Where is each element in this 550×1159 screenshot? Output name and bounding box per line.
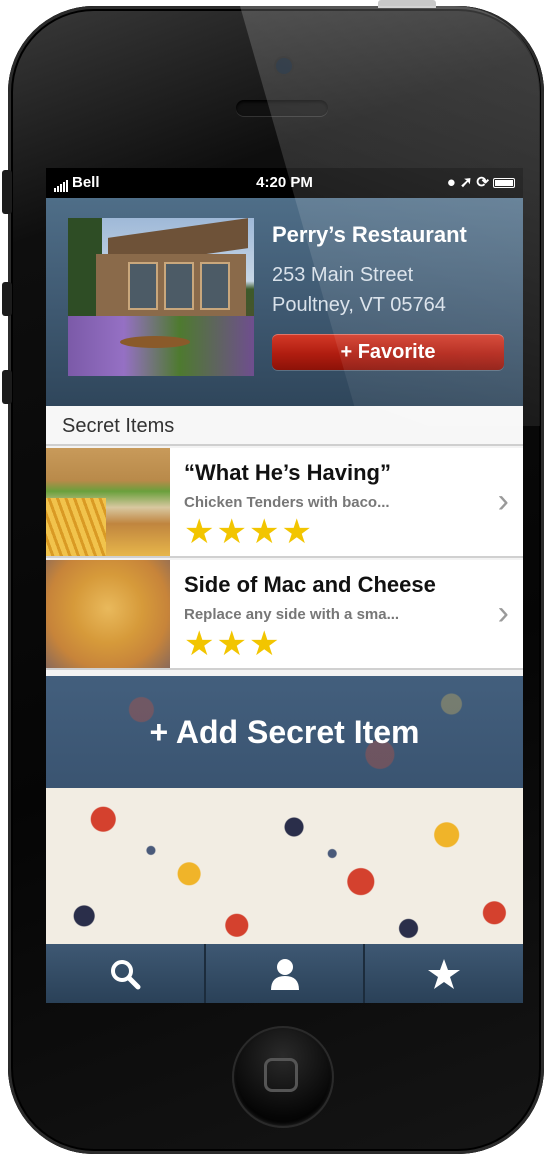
item-description: Replace any side with a sma... (184, 606, 400, 623)
mute-switch (2, 170, 12, 214)
list-item[interactable]: “What He’s Having” Chicken Tenders with … (46, 448, 523, 558)
list-item[interactable]: Side of Mac and Cheese Replace any side … (46, 560, 523, 670)
add-item-panel: + Add Secret Item (46, 676, 523, 788)
tab-bar (46, 944, 523, 1003)
restaurant-header: Perry’s Restaurant 253 Main Street Poult… (46, 198, 523, 406)
volume-up-button (2, 282, 12, 316)
location-icon: ➚ (459, 174, 477, 191)
add-secret-item-button[interactable]: + Add Secret Item (46, 676, 523, 788)
star-icon (428, 958, 461, 989)
item-photo (46, 560, 170, 668)
status-icons: ●➚⟳ (447, 173, 515, 191)
item-description: Chicken Tenders with baco... (184, 494, 390, 511)
front-camera (276, 58, 292, 74)
battery-icon (493, 178, 515, 189)
section-title: Secret Items (62, 415, 175, 437)
item-photo (46, 448, 170, 556)
tab-favorites[interactable] (365, 944, 523, 1003)
alarm-icon: ● (446, 174, 460, 191)
rotation-lock-icon: ⟳ (476, 174, 493, 191)
search-icon (110, 959, 141, 989)
favorite-button[interactable]: + Favorite (272, 334, 504, 370)
restaurant-photo (68, 218, 254, 376)
item-title: “What He’s Having” (184, 460, 391, 485)
rating-stars: ★★★ (184, 625, 282, 663)
tab-search[interactable] (46, 944, 206, 1003)
floral-background (46, 788, 523, 944)
volume-down-button (2, 370, 12, 404)
chevron-right-icon: › (497, 482, 509, 520)
home-button[interactable] (232, 1026, 334, 1128)
address-city: Poultney, VT 05764 (272, 294, 446, 316)
status-bar: Bell 4:20 PM ●➚⟳ (46, 168, 523, 198)
power-button (378, 0, 436, 8)
screen: Bell 4:20 PM ●➚⟳ Perry’s Restaurant 253 … (46, 168, 523, 1003)
chevron-right-icon: › (497, 594, 509, 632)
tab-profile[interactable] (206, 944, 366, 1003)
address-street: 253 Main Street (272, 264, 414, 286)
earpiece-speaker (236, 100, 328, 116)
restaurant-name: Perry’s Restaurant (272, 222, 467, 247)
rating-stars: ★★★★ (184, 513, 314, 551)
person-icon (270, 958, 299, 990)
section-header: Secret Items (46, 406, 523, 446)
item-title: Side of Mac and Cheese (184, 572, 436, 597)
